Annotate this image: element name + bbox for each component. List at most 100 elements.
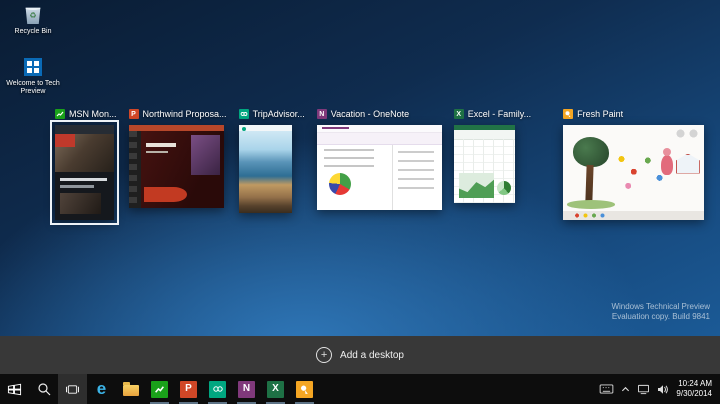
folder-icon xyxy=(122,382,139,396)
thumbnail-art xyxy=(585,164,594,202)
keyboard-icon xyxy=(600,384,614,394)
thumbnail-art xyxy=(572,137,609,168)
fresh-paint-icon xyxy=(563,109,574,119)
window-title-bar: TripAdvisor... xyxy=(238,107,305,121)
thumbnail-art xyxy=(675,153,700,174)
window-thumbnail xyxy=(238,125,292,213)
taskbar-app-excel[interactable]: X xyxy=(261,374,290,404)
add-desktop-label: Add a desktop xyxy=(340,349,404,361)
windows-desktop-task-view: Recycle Bin Welcome to Tech Preview MSN … xyxy=(0,0,720,404)
windows-tile-icon xyxy=(23,58,43,78)
window-title: MSN Mon... xyxy=(69,109,117,119)
thumbnail-art xyxy=(661,148,674,176)
watermark-line2: Evaluation copy. Build 9841 xyxy=(611,312,710,321)
taskbar-app-msn-money[interactable] xyxy=(145,374,174,404)
watermark-line1: Windows Technical Preview xyxy=(611,302,710,311)
network-button[interactable] xyxy=(637,384,650,395)
task-view-window-excel[interactable]: X Excel - Family... xyxy=(453,107,531,203)
task-view-window-powerpoint[interactable]: P Northwind Proposa... xyxy=(128,107,227,208)
onenote-icon: N xyxy=(316,109,327,119)
thumbnail-art xyxy=(143,187,188,203)
thumbnail-art xyxy=(398,150,435,192)
window-thumbnail xyxy=(316,125,442,210)
onenote-icon: N xyxy=(238,380,255,398)
plus-circle-icon: + xyxy=(316,347,333,363)
thumbnail-art xyxy=(59,193,102,215)
thumbnail-art xyxy=(128,130,141,208)
recycle-bin-icon xyxy=(23,6,43,26)
powerpoint-icon: P xyxy=(180,380,197,398)
window-thumbnail xyxy=(50,120,119,225)
show-hidden-icons-button[interactable] xyxy=(621,386,630,393)
fresh-paint-icon xyxy=(296,380,313,398)
msn-money-icon xyxy=(151,380,168,398)
taskbar-app-tripadvisor[interactable] xyxy=(203,374,232,404)
window-title-bar: X Excel - Family... xyxy=(453,107,531,121)
thumbnail-art xyxy=(241,127,246,131)
start-button[interactable] xyxy=(0,374,29,404)
add-desktop-button[interactable]: + Add a desktop xyxy=(310,346,410,364)
clock-time: 10:24 AM xyxy=(678,379,712,388)
window-title-bar: P Northwind Proposa... xyxy=(128,107,227,121)
tripadvisor-icon xyxy=(209,380,226,398)
thumbnail-art xyxy=(59,178,107,182)
thumbnail-art xyxy=(316,132,442,145)
touch-keyboard-button[interactable] xyxy=(599,384,614,394)
desktop-wallpaper[interactable]: Recycle Bin Welcome to Tech Preview MSN … xyxy=(0,0,720,336)
welcome-tech-preview-desktop-icon[interactable]: Welcome to Tech Preview xyxy=(4,58,62,96)
window-title-bar: MSN Mon... xyxy=(55,107,117,121)
system-tray: 10:24 AM 9/30/2014 xyxy=(599,374,720,404)
thumbnail-art xyxy=(324,148,375,170)
internet-explorer-icon: e xyxy=(96,379,107,398)
window-title: Vacation - OneNote xyxy=(330,109,410,119)
thumbnail-art xyxy=(563,210,705,220)
taskbar-app-fresh-paint[interactable] xyxy=(290,374,319,404)
task-view-window-msn-money[interactable]: MSN Mon... xyxy=(50,107,119,225)
taskbar-clock[interactable]: 10:24 AM 9/30/2014 xyxy=(676,379,712,399)
chevron-up-icon xyxy=(622,386,630,391)
thumbnail-art xyxy=(391,145,393,210)
internet-explorer-button[interactable]: e xyxy=(87,374,116,404)
network-icon xyxy=(638,384,650,394)
window-title: Fresh Paint xyxy=(577,109,624,119)
thumbnail-art xyxy=(673,128,700,138)
thumbnail-art xyxy=(458,173,494,199)
task-view-window-onenote[interactable]: N Vacation - OneNote xyxy=(316,107,442,210)
window-thumbnail xyxy=(128,125,224,208)
thumbnail-art xyxy=(55,133,76,147)
thumbnail-art xyxy=(567,200,616,209)
powerpoint-icon: P xyxy=(128,109,139,119)
excel-icon: X xyxy=(267,380,284,398)
taskbar: e P N X 10:24 AM 9/30/2014 xyxy=(0,374,720,404)
excel-icon: X xyxy=(453,109,464,119)
thumbnail-art xyxy=(145,143,176,147)
window-title: Northwind Proposa... xyxy=(142,109,227,119)
task-view-row: MSN Mon... P Northwind Proposa... TripAd… xyxy=(50,107,705,225)
taskbar-app-powerpoint[interactable]: P xyxy=(174,374,203,404)
recycle-bin-desktop-icon[interactable]: Recycle Bin xyxy=(4,6,62,36)
window-title: TripAdvisor... xyxy=(252,109,305,119)
volume-button[interactable] xyxy=(657,384,669,395)
msn-money-icon xyxy=(55,109,65,119)
recycle-bin-label: Recycle Bin xyxy=(14,28,52,35)
taskbar-app-onenote[interactable]: N xyxy=(232,374,261,404)
thumbnail-art xyxy=(191,134,220,175)
thumbnail-art xyxy=(316,125,442,133)
thumbnail-art xyxy=(145,150,169,154)
task-view-icon xyxy=(66,384,79,394)
build-watermark: Windows Technical Preview Evaluation cop… xyxy=(611,302,710,322)
windows-logo-icon xyxy=(7,383,22,395)
file-explorer-button[interactable] xyxy=(116,374,145,404)
window-title-bar: Fresh Paint xyxy=(563,107,704,121)
task-view-window-fresh-paint[interactable]: Fresh Paint xyxy=(563,107,705,220)
desktops-bar: + Add a desktop xyxy=(0,336,720,374)
tripadvisor-icon xyxy=(238,109,249,119)
search-icon xyxy=(37,383,50,396)
thumbnail-art xyxy=(55,125,114,134)
window-title-bar: N Vacation - OneNote xyxy=(316,107,442,121)
task-view-button[interactable] xyxy=(58,374,87,404)
thumbnail-art xyxy=(59,184,94,188)
task-view-window-tripadvisor[interactable]: TripAdvisor... xyxy=(238,107,305,213)
search-button[interactable] xyxy=(29,374,58,404)
welcome-label: Welcome to Tech Preview xyxy=(6,80,60,95)
